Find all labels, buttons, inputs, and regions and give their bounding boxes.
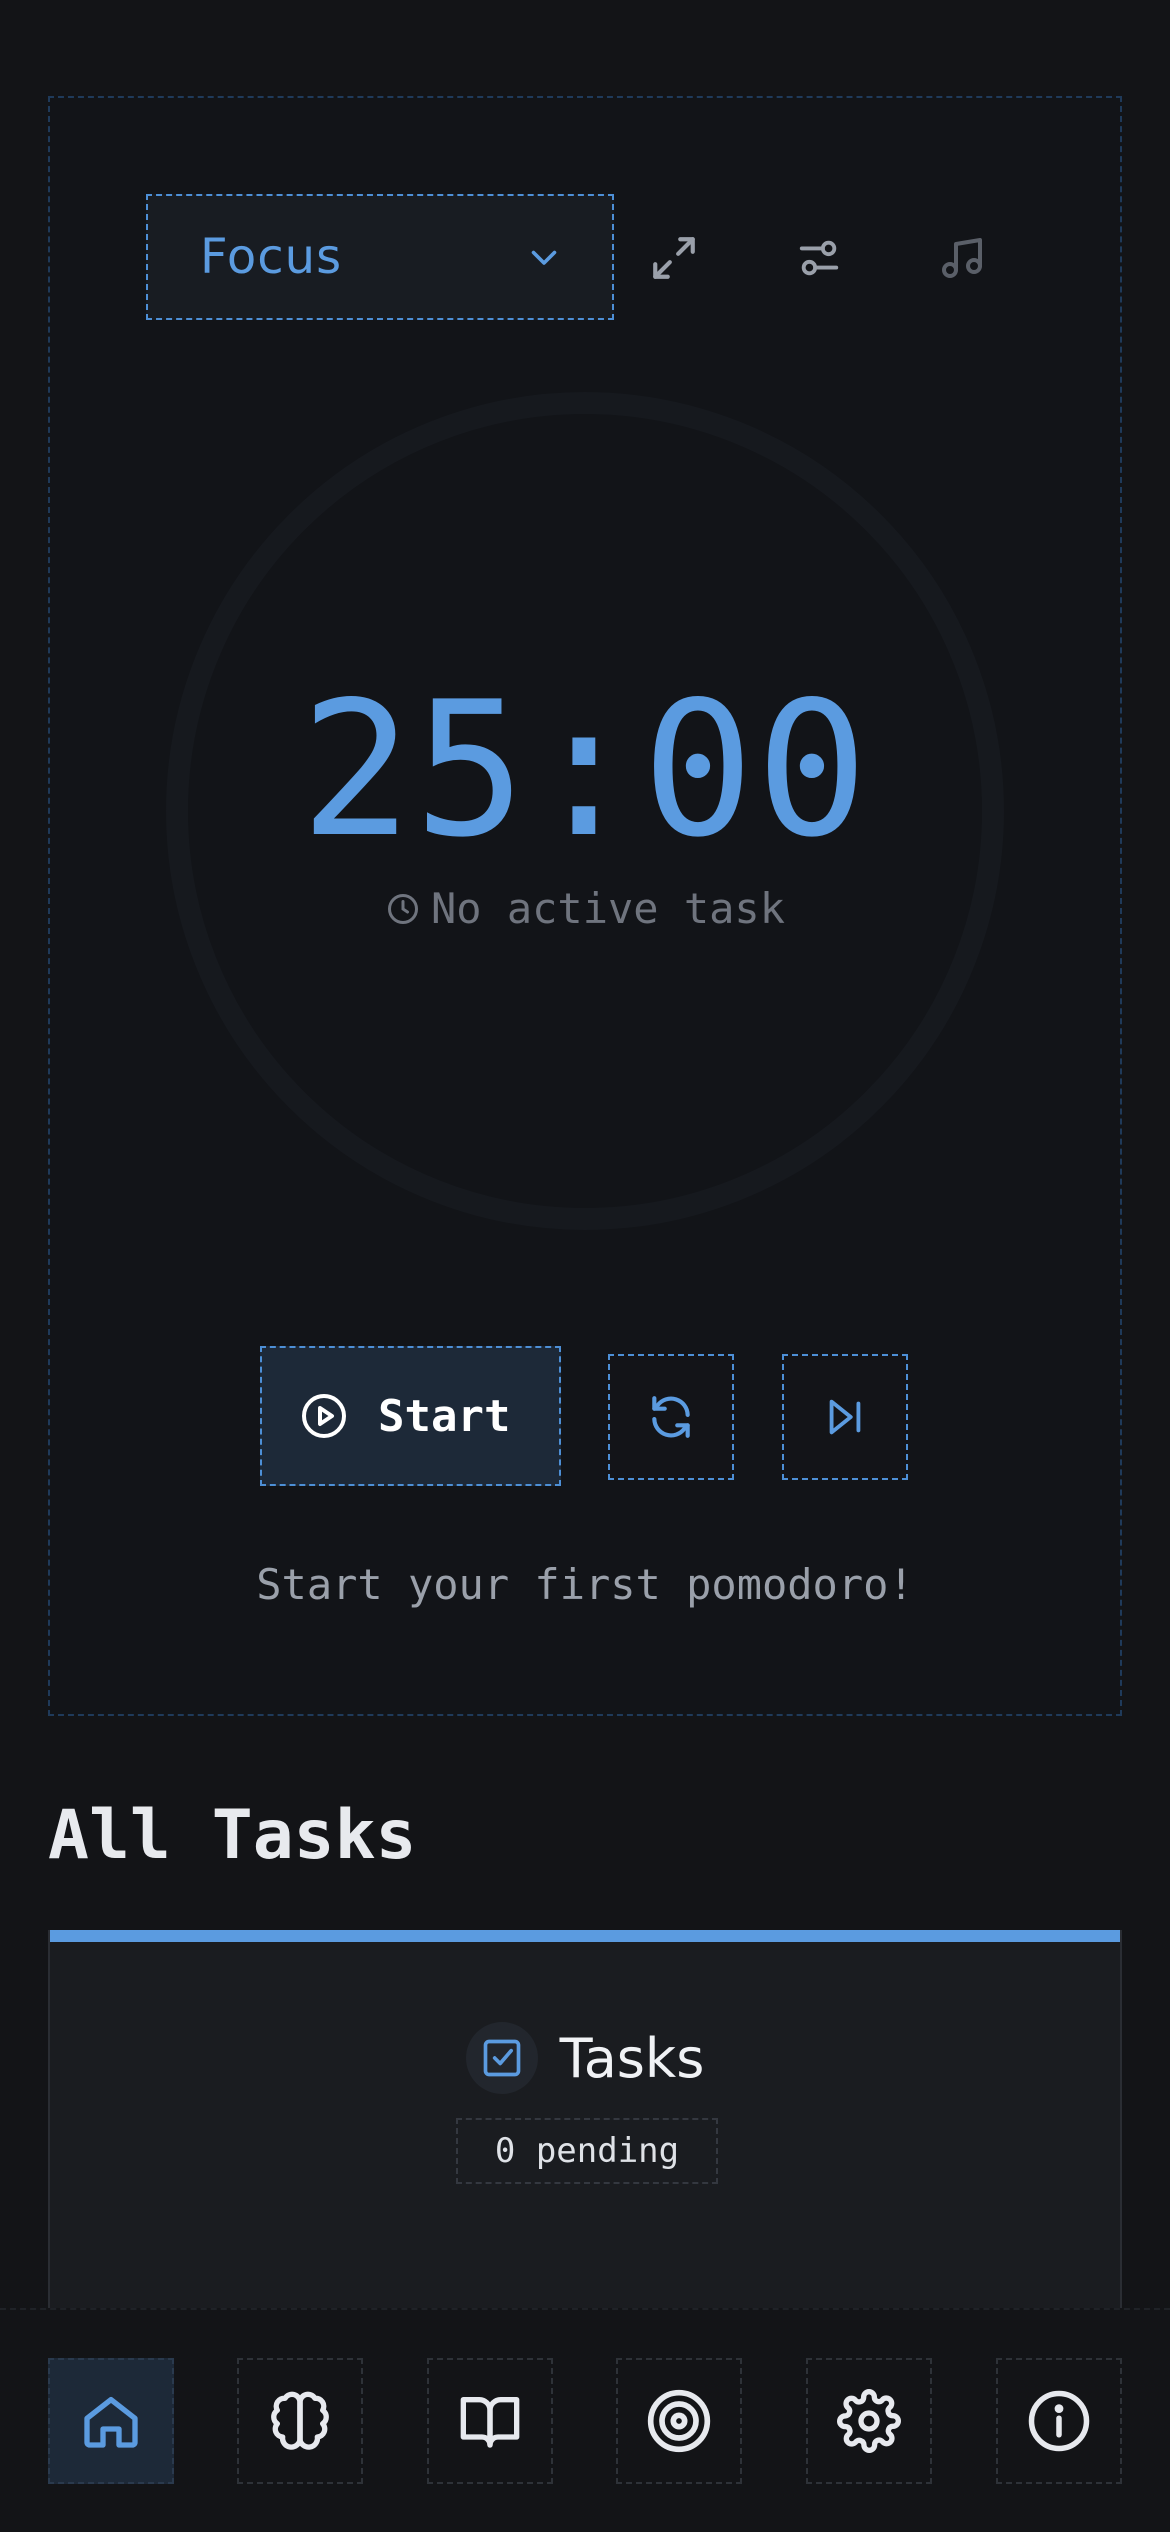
pomodoro-hint: Start your first pomodoro! [256, 1560, 914, 1609]
adjustments-button[interactable] [779, 218, 859, 298]
section-title: All Tasks [48, 1796, 417, 1875]
nav-brain[interactable] [237, 2358, 363, 2484]
sliders-icon [799, 240, 839, 276]
mode-select[interactable]: Focus [146, 194, 614, 320]
music-button[interactable] [922, 218, 1002, 298]
info-icon [1028, 2390, 1090, 2452]
tasks-card-accent-bar [50, 1930, 1120, 1942]
tasks-card: Tasks 0 pending [48, 1930, 1122, 2350]
timer-display: 25:00 [300, 661, 870, 878]
nav-home[interactable] [48, 2358, 174, 2484]
play-circle-icon [302, 1394, 346, 1438]
start-button[interactable]: Start [260, 1346, 561, 1486]
nav-settings[interactable] [806, 2358, 932, 2484]
checkbox-icon [483, 2039, 520, 2077]
music-note-icon [942, 238, 982, 278]
tasks-card-header: Tasks [50, 2022, 1120, 2094]
settings-icon [837, 2389, 901, 2453]
clock-icon [387, 893, 418, 924]
mode-label: Focus [200, 229, 343, 285]
pending-badge: 0 pending [456, 2118, 718, 2184]
expand-icon [653, 237, 695, 279]
tasks-card-title: Tasks [559, 2026, 705, 2090]
start-label: Start [378, 1390, 511, 1442]
bottom-nav [0, 2308, 1170, 2532]
chevron-down-icon [531, 250, 557, 265]
target-icon [647, 2389, 711, 2453]
nav-book[interactable] [427, 2358, 553, 2484]
skip-button[interactable] [782, 1354, 908, 1480]
active-task-label: No active task [430, 884, 785, 933]
checkbox-icon-wrap [465, 2022, 538, 2094]
reset-button[interactable] [608, 1354, 734, 1480]
skip-forward-icon [829, 1399, 861, 1435]
refresh-icon [652, 1396, 690, 1438]
nav-info[interactable] [996, 2358, 1122, 2484]
nav-target[interactable] [616, 2358, 742, 2484]
book-icon [460, 2397, 520, 2448]
active-task-status: No active task [0, 884, 1170, 933]
fullscreen-button[interactable] [634, 218, 714, 298]
home-icon [84, 2397, 138, 2448]
brain-icon [271, 2391, 329, 2450]
